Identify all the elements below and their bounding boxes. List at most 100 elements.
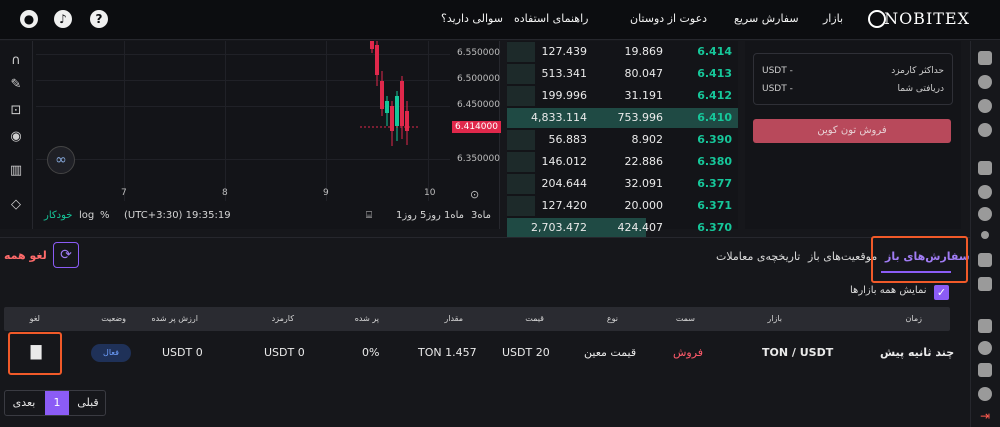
log-scale-toggle[interactable]: log [79,210,94,221]
receive-value: USDT - [762,84,793,94]
price-chart[interactable] [0,41,500,229]
brand-logo[interactable]: NOBITEX [884,9,970,28]
nav-invite[interactable]: دعوت از دوستان [630,12,707,25]
col-status: وضعیت [101,314,126,323]
pencil-icon[interactable]: ✎ [8,77,24,93]
grid-line [225,41,226,201]
orderbook-row[interactable]: 2,703.472 424.407 6.370 [507,217,738,239]
current-page[interactable]: 1 [45,391,69,415]
order-price: 6.414 [697,45,732,58]
order-amount: 20.000 [624,199,664,212]
order-price: 6.412 [697,89,732,102]
max-fee-value: USDT - [762,66,793,76]
col-time: زمان [905,314,922,323]
exchange-icon[interactable] [978,185,992,199]
prev-page-button[interactable]: قبلی [71,391,105,415]
range-1m[interactable]: 1ماه [444,210,464,221]
max-fee-label: حداکثر کارمزد [891,66,944,76]
candle-body [380,81,384,109]
nav-guide[interactable]: راهنمای استفاده [514,12,588,25]
layers-icon[interactable]: ◇ [8,197,24,213]
orders-section [0,237,970,427]
timezone-selector[interactable]: (UTC+3:30) 19:35:19 [124,210,231,221]
order-book: 127.439 19.869 6.414 513.341 80.047 6.413 199.… [507,41,738,238]
col-amount: مقدار [444,314,463,323]
orderbook-row[interactable]: 146.012 22.886 6.380 [507,151,738,173]
reset-view-icon[interactable]: ⊙ [470,188,479,201]
nav-quick-order[interactable]: سفارش سریع [734,12,799,25]
clock-icon[interactable] [978,123,992,137]
tab-trade-history[interactable]: تاریخچه‌ی معاملات [716,250,800,263]
pagination: بعدی 1 قبلی [4,390,106,416]
account-icon[interactable]: ● [20,10,38,28]
order-price: 6.410 [697,111,732,124]
show-all-markets-label[interactable]: نمایش همه بازارها [850,285,927,296]
order-total: 199.996 [541,89,588,102]
col-price: قیمت [525,314,544,323]
order-amount: 22.886 [624,155,664,168]
logout-icon[interactable]: ⇥ [978,409,992,423]
orderbook-row[interactable]: 127.439 19.869 6.414 [507,41,738,63]
order-total: 146.012 [541,155,588,168]
users-icon[interactable] [978,387,992,401]
price-tick: 6.550000 [457,48,500,58]
eye-icon[interactable]: ◉ [8,129,24,145]
candlesticks [360,41,420,146]
orderbook-row[interactable]: 127.420 20.000 6.371 [507,195,738,217]
show-all-markets-checkbox[interactable]: ✓ [934,285,949,300]
nav-market[interactable]: بازار [823,12,843,25]
magnet-icon[interactable]: ∩ [8,53,24,69]
dashboard-icon[interactable] [978,51,992,65]
order-total: 127.439 [541,45,588,58]
auto-scale-toggle[interactable]: خودکار [44,210,72,221]
range-5d[interactable]: 5روز [420,210,441,221]
orders-table-header: زمان بازار سمت نوع قیمت مقدار پر شده کار… [4,307,950,331]
phone-icon[interactable] [978,277,992,291]
orderbook-row[interactable]: 513.341 80.047 6.413 [507,63,738,85]
tradingview-logo-icon[interactable]: ∞ [47,146,75,174]
chart-footer: خودکار log % (UTC+3:30) 19:35:19 ⌸ 1روز … [36,207,500,229]
wallet-icon[interactable] [978,75,992,89]
order-total: 204.644 [541,177,588,190]
lock-icon[interactable]: ⊡ [8,103,24,119]
highlight-cancel-order [8,332,62,375]
percent-scale-toggle[interactable]: % [100,210,110,221]
check-circle-icon[interactable] [978,99,992,113]
orderbook-row[interactable]: 204.644 32.091 6.377 [507,173,738,195]
candle-body [405,111,409,131]
tab-open-positions[interactable]: موقعیت‌های باز [808,250,877,263]
settings-icon[interactable] [978,207,992,221]
trash-icon[interactable]: ▥ [8,163,24,179]
candle-body [400,81,404,126]
col-type: نوع [606,314,618,323]
order-amount: 19.869 [624,45,664,58]
right-sidebar: ⇥ [970,41,1000,427]
cancel-all-button[interactable]: لغو همه [4,249,47,262]
orderbook-row[interactable]: 4,833.114 753.996 6.410 [507,107,738,129]
receive-label: دریافتی شما [897,84,944,94]
order-amount: 753.996 [617,111,664,124]
orderbook-row[interactable]: 56.883 8.902 6.390 [507,129,738,151]
notification-icon[interactable]: ♪ [54,10,72,28]
shield-icon[interactable] [978,341,992,355]
next-page-button[interactable]: بعدی [5,391,43,415]
orderbook-row[interactable]: 199.996 31.191 6.412 [507,85,738,107]
profile-icon[interactable] [978,319,992,333]
mail-icon[interactable] [978,363,992,377]
range-3m[interactable]: 3ماه [471,210,491,221]
order-total: 127.420 [541,199,588,212]
order-amount: 80.047 [624,67,664,80]
dots-icon[interactable] [981,231,989,239]
range-1d[interactable]: 1روز [396,210,417,221]
date-range-icon[interactable]: ⌸ [366,210,372,221]
refresh-button[interactable]: ⟳ [53,242,79,268]
col-side: سمت [675,314,695,323]
report-icon[interactable] [978,161,992,175]
crown-icon[interactable] [978,253,992,267]
cell-market: TON / USDT [762,346,834,359]
sell-ton-button[interactable]: فروش تون کوین [753,119,951,143]
nav-help[interactable]: سوالی دارید؟ [441,12,503,25]
time-tick: 9 [323,188,329,198]
help-icon[interactable]: ? [90,10,108,28]
grid-line [36,159,450,160]
